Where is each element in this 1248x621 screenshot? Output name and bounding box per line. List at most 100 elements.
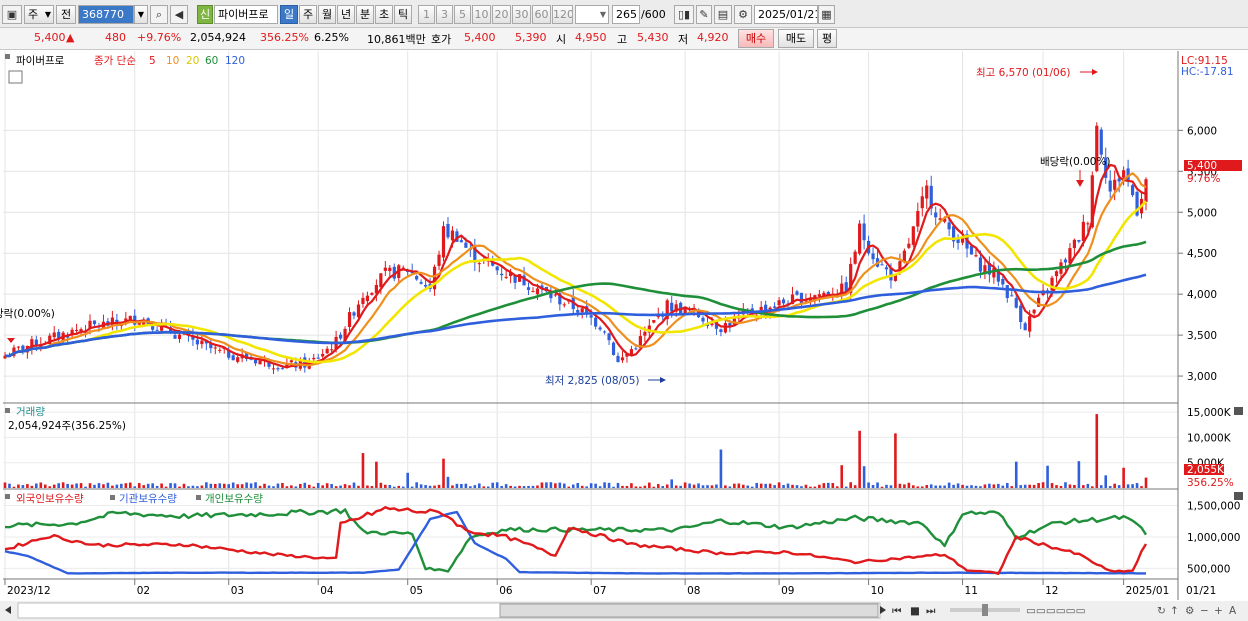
volume-bar (970, 485, 973, 488)
custom-count-select[interactable]: ▼ (575, 5, 609, 24)
volume-bar (656, 484, 660, 488)
count-120[interactable]: 120 (552, 5, 573, 24)
volume-bar (231, 482, 235, 488)
candle-type-icon[interactable]: ▯▮ (674, 5, 694, 24)
candle-body (1113, 179, 1117, 190)
count-1[interactable]: 1 (418, 5, 435, 24)
volume-bar (527, 485, 530, 488)
legend-ma10[interactable]: 10 (166, 55, 179, 67)
chart-area[interactable]: 2023/12 02 03 04 05 06 07 08 09 10 11 12 2025/01 3,00… (0, 51, 1248, 621)
volume-bar (173, 483, 177, 488)
legend-ma20[interactable]: 20 (186, 55, 199, 67)
price-tick-label: 3,500 (1187, 330, 1217, 342)
draw-tools-icon[interactable]: ✎ (696, 5, 712, 24)
volume-bar (267, 485, 271, 488)
legend-prefix[interactable]: 종가 단순 (94, 55, 136, 67)
volume-bar (330, 484, 333, 488)
date-input[interactable]: 2025/01/21 (754, 5, 818, 24)
layout-icon[interactable]: ▭▭▭▭▭▭ (1026, 605, 1086, 617)
period-month[interactable]: 월 (318, 5, 336, 24)
volume-bar (66, 483, 69, 488)
volume-bar (401, 486, 405, 488)
volume-bar (912, 485, 915, 488)
page-count-input[interactable]: 265 (612, 5, 640, 24)
count-60[interactable]: 60 (532, 5, 551, 24)
candle-body (1072, 239, 1077, 249)
volume-bar (733, 483, 736, 488)
speaker-icon[interactable]: ◀ (170, 5, 188, 24)
candle-body (1122, 170, 1126, 178)
buy-button[interactable]: 매수 (738, 29, 774, 48)
table-toggle-icon[interactable] (8, 70, 23, 84)
period-year[interactable]: 년 (337, 5, 355, 24)
volume-bar (952, 484, 955, 488)
volume-bar (482, 486, 486, 488)
stop-icon[interactable]: ■ (910, 605, 920, 617)
volume-bar (974, 485, 978, 488)
period-tick[interactable]: 틱 (394, 5, 412, 24)
count-20[interactable]: 20 (492, 5, 511, 24)
gear-icon[interactable]: ⚙ (734, 5, 752, 24)
refresh-icon[interactable]: ↻ (1157, 605, 1166, 617)
volume-bar (1091, 486, 1094, 488)
volume-bar (827, 482, 830, 488)
volume-bar (683, 482, 687, 488)
volume-bar (934, 485, 937, 488)
close-panel-icon[interactable] (1234, 407, 1243, 415)
volume-bar (679, 485, 682, 488)
period-week[interactable]: 주 (299, 5, 317, 24)
stock-code-input[interactable]: 368770 (78, 5, 134, 24)
open-label: 시 (556, 33, 567, 46)
search-icon[interactable]: ⌕ (150, 5, 168, 24)
legend-foreign[interactable]: 외국인보유수량 (16, 493, 84, 505)
code-dropdown-icon[interactable]: ▼ (134, 5, 148, 24)
add-icon[interactable]: + (1214, 605, 1223, 617)
kind-select[interactable]: 전 (56, 5, 76, 24)
period-day[interactable]: 일 (280, 5, 298, 24)
count-3[interactable]: 3 (436, 5, 453, 24)
window-menu-icon[interactable]: ▣ (2, 5, 22, 24)
period-minute[interactable]: 분 (356, 5, 374, 24)
price-panel-name[interactable]: 파이버프로 (16, 55, 65, 67)
zoom-in-icon[interactable]: ↑ (1170, 605, 1179, 617)
volume-bar (357, 485, 360, 488)
date-tick-label: 02 (137, 585, 150, 597)
count-30[interactable]: 30 (512, 5, 531, 24)
close-panel-icon[interactable] (1234, 492, 1243, 500)
volume-bar (57, 483, 60, 488)
market-select[interactable]: 주 ▼ (24, 5, 54, 24)
sell-button[interactable]: 매도 (778, 29, 814, 48)
legend-ma120[interactable]: 120 (225, 55, 245, 67)
forward-icon[interactable]: ⏭ (926, 605, 936, 617)
legend-ma60[interactable]: 60 (205, 55, 218, 67)
date-tick-label: 09 (781, 585, 794, 597)
volume-bar (1050, 483, 1054, 488)
volume-panel-title[interactable]: 거래량 (16, 406, 45, 418)
volume-bar (415, 482, 418, 488)
period-second[interactable]: 초 (375, 5, 393, 24)
scrollbar-thumb[interactable] (499, 603, 879, 618)
volume-bar (1068, 484, 1072, 488)
count-5[interactable]: 5 (454, 5, 471, 24)
rewind-icon[interactable]: ⏮ (892, 605, 902, 617)
price-tick-label: 3,000 (1187, 371, 1217, 383)
volume-bar (169, 483, 172, 488)
volume-bar (115, 484, 119, 488)
save-icon[interactable]: ▤ (714, 5, 732, 24)
candle-body (1063, 259, 1068, 263)
zoom-slider-handle[interactable] (982, 604, 988, 616)
volume-bar (70, 484, 74, 488)
volume-bar (464, 483, 468, 488)
calendar-icon[interactable]: ▦ (818, 5, 835, 24)
zoom-out-icon[interactable]: − (1200, 605, 1209, 617)
legend-institution[interactable]: 기관보유수량 (119, 493, 177, 505)
legend-individual[interactable]: 개인보유수량 (205, 493, 263, 505)
average-button[interactable]: 평 (817, 29, 837, 48)
legend-ma5[interactable]: 5 (149, 55, 156, 67)
volume-bar (254, 482, 257, 488)
count-10[interactable]: 10 (472, 5, 491, 24)
font-size-icon[interactable]: A (1229, 605, 1237, 617)
candle-body (231, 355, 235, 361)
settings-icon[interactable]: ⚙ (1185, 605, 1194, 617)
volume-bar (701, 485, 705, 488)
